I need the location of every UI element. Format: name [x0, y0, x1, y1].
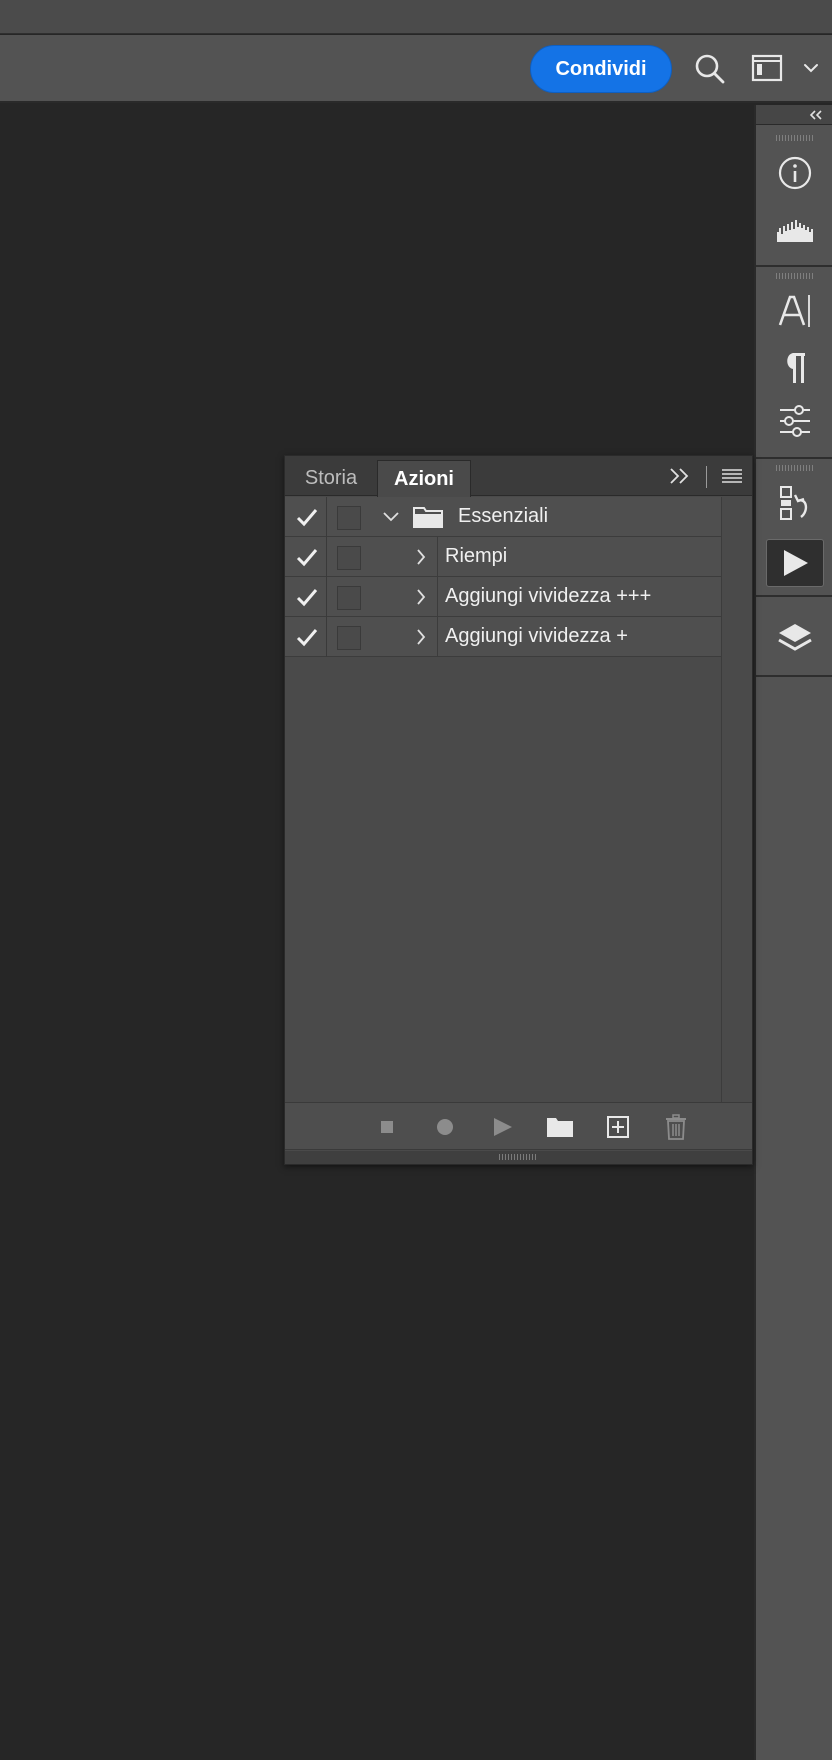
play-icon [494, 1118, 512, 1136]
list-scrollbar[interactable] [721, 497, 752, 1120]
actions-list: Essenziali Riempi Aggiungi vividezza +++ [285, 497, 721, 1120]
action-label: Aggiungi vividezza +++ [445, 585, 652, 607]
dock-group-grip[interactable] [776, 135, 814, 141]
search-icon [695, 54, 725, 84]
dock-histogram-button[interactable] [770, 205, 820, 253]
chevron-right-icon[interactable] [411, 547, 431, 567]
resize-grip [499, 1154, 537, 1160]
stop-icon [381, 1121, 393, 1133]
panel-dock [754, 105, 832, 1760]
action-row[interactable]: Riempi [285, 537, 721, 577]
dock-group-grip[interactable] [776, 465, 814, 471]
panel-resize-handle[interactable] [285, 1151, 752, 1164]
share-button[interactable]: Condividi [530, 45, 672, 93]
adjustments-icon [780, 405, 810, 437]
checkmark-icon[interactable] [295, 626, 319, 648]
play-button[interactable] [488, 1113, 518, 1141]
action-label: Riempi [445, 545, 508, 567]
new-set-button[interactable] [545, 1113, 575, 1141]
panel-menu-button[interactable] [719, 464, 745, 488]
search-button[interactable] [692, 51, 728, 87]
action-row[interactable]: Aggiungi vividezza +++ [285, 577, 721, 617]
action-set-row[interactable]: Essenziali [285, 497, 721, 537]
workspace-switcher-button[interactable] [750, 51, 822, 87]
record-button[interactable] [430, 1113, 460, 1141]
new-action-button[interactable] [603, 1113, 633, 1141]
actions-panel: Storia Azioni Essenziali Riempi Aggiungi… [284, 455, 753, 1165]
dock-actions-button[interactable] [766, 539, 824, 587]
dialog-toggle[interactable] [337, 586, 361, 610]
dock-group-grip[interactable] [776, 273, 814, 279]
column-separator [326, 617, 327, 657]
dock-character-button[interactable] [770, 287, 820, 335]
history-icon [780, 486, 808, 520]
histogram-icon [777, 220, 813, 242]
dock-collapse-button[interactable] [756, 105, 832, 125]
checkmark-icon[interactable] [295, 546, 319, 568]
tab-actions[interactable]: Azioni [377, 460, 471, 497]
action-label: Aggiungi vividezza + [445, 625, 628, 647]
double-chevron-right-icon [670, 468, 689, 484]
title-bar [0, 0, 832, 34]
dock-separator [756, 595, 832, 597]
dock-history-button[interactable] [770, 479, 820, 527]
folder-icon [547, 1118, 573, 1137]
info-icon [778, 156, 812, 190]
action-row[interactable]: Aggiungi vividezza + [285, 617, 721, 657]
stop-button[interactable] [372, 1113, 402, 1141]
dock-separator [756, 457, 832, 459]
checkmark-icon[interactable] [295, 506, 319, 528]
dock-separator [756, 265, 832, 267]
column-separator [326, 577, 327, 617]
folder-icon [413, 507, 443, 528]
dock-paragraph-button[interactable] [770, 343, 820, 391]
record-icon [437, 1119, 453, 1135]
dialog-toggle[interactable] [337, 506, 361, 530]
workspace-icon [751, 54, 818, 82]
actions-icon [784, 550, 808, 576]
checkmark-icon[interactable] [295, 586, 319, 608]
panel-footer [285, 1102, 752, 1150]
action-set-label: Essenziali [458, 505, 549, 527]
panel-tab-bar: Storia Azioni [285, 456, 752, 497]
hamburger-menu-icon [722, 469, 742, 483]
chevron-right-icon[interactable] [411, 587, 431, 607]
column-separator [326, 537, 327, 577]
new-action-icon [607, 1116, 629, 1138]
chevron-right-icon[interactable] [411, 627, 431, 647]
chevron-down-icon[interactable] [381, 507, 401, 527]
dialog-toggle[interactable] [337, 546, 361, 570]
tab-history[interactable]: Storia [285, 460, 377, 496]
double-chevron-left-icon [809, 109, 822, 120]
delete-button[interactable] [661, 1113, 691, 1141]
paragraph-icon [787, 353, 805, 383]
panel-expand-button[interactable] [667, 464, 693, 488]
trash-icon [666, 1114, 686, 1140]
tab-bar-divider [706, 466, 707, 488]
dock-adjustments-button[interactable] [770, 397, 820, 445]
dock-info-button[interactable] [770, 149, 820, 197]
layers-icon [778, 624, 812, 651]
dock-layers-button[interactable] [770, 615, 820, 663]
character-icon [778, 295, 810, 327]
options-bar: Condividi [0, 35, 832, 103]
dialog-toggle[interactable] [337, 626, 361, 650]
column-separator [326, 497, 327, 537]
dock-separator [756, 675, 832, 677]
app-window: Condividi Storia Azioni Essenziali Riemp… [0, 0, 832, 1760]
